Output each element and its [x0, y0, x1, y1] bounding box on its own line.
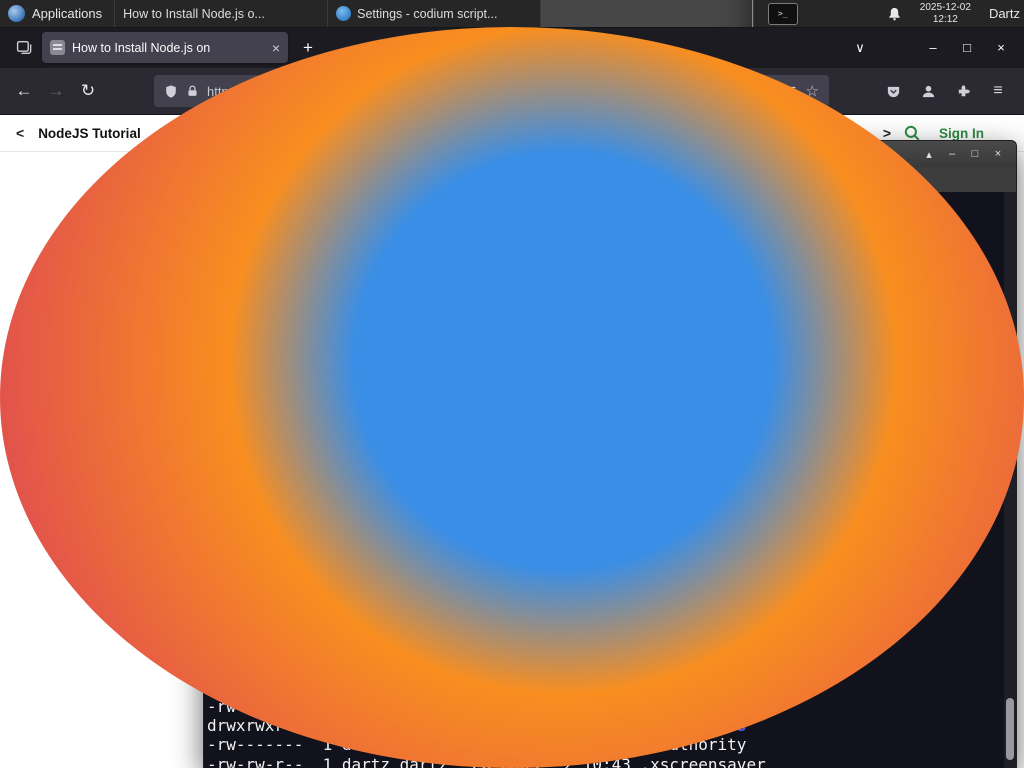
forward-button[interactable]: →: [40, 75, 72, 107]
taskbar-button-label: Settings - codium script...: [357, 6, 498, 21]
browser-maximize-button[interactable]: □: [950, 34, 984, 62]
reload-button[interactable]: ↻: [72, 75, 104, 107]
tray-terminal-glyph: >_: [777, 9, 788, 18]
lock-icon[interactable]: [186, 84, 199, 98]
extensions-icon[interactable]: [947, 75, 979, 107]
tracking-shield-icon[interactable]: [164, 84, 178, 99]
bell-icon: [887, 6, 902, 22]
notifications-bell-button[interactable]: [880, 0, 910, 27]
terminal-minimize-button[interactable]: –: [942, 148, 962, 161]
terminal-maximize-button[interactable]: □: [965, 148, 985, 161]
terminal-icon: [752, 0, 754, 27]
terminal-shade-button[interactable]: ▴: [919, 148, 939, 161]
desktop: Applications How to Install Node.js o...…: [0, 0, 1024, 768]
codium-icon: [336, 6, 352, 21]
tab-title: How to Install Node.js on: [72, 40, 211, 55]
taskbar-button-firefox[interactable]: How to Install Node.js o...: [0, 0, 1024, 768]
firefox-view-icon: [16, 39, 33, 56]
tab-close-button[interactable]: ×: [272, 40, 280, 56]
nav-scroll-left-icon[interactable]: <: [12, 125, 28, 141]
browser-close-button[interactable]: ×: [984, 34, 1018, 62]
clock-time: 12:12: [932, 13, 958, 25]
system-tray: >_: [767, 0, 798, 27]
terminal-close-button[interactable]: ×: [988, 148, 1008, 161]
applications-menu-label: Applications: [32, 6, 103, 21]
browser-minimize-button[interactable]: –: [916, 34, 950, 62]
list-all-tabs-button[interactable]: ∨: [846, 34, 874, 62]
toolbar-icons: ≡: [877, 75, 1014, 107]
scrollbar-thumb[interactable]: [1006, 698, 1014, 760]
taskbar-button-codium[interactable]: Settings - codium script...: [328, 0, 542, 27]
tab-favicon: [50, 40, 65, 55]
applications-menu-button[interactable]: Applications: [0, 0, 114, 27]
sign-in-button[interactable]: Sign In: [939, 126, 984, 141]
taskbar-button-label: How to Install Node.js o...: [123, 6, 265, 21]
nav-scroll-right-icon[interactable]: >: [879, 125, 895, 141]
clock-date: 2025-12-02: [919, 2, 971, 13]
browser-window-controls: – □ ×: [916, 34, 1018, 62]
tray-terminal-icon[interactable]: >_: [767, 2, 798, 25]
user-menu-button[interactable]: Dartz: [981, 0, 1024, 27]
site-nav-link[interactable]: NodeJS Tutorial: [38, 126, 141, 141]
firefox-view-button[interactable]: [10, 34, 38, 62]
taskbar: How to Install Node.js o... Settings - co…: [0, 0, 1024, 768]
pocket-icon[interactable]: [877, 75, 909, 107]
taskbar-button-terminal[interactable]: Terminal - dartz@vm3: ~: [541, 0, 755, 27]
applications-menu-icon: [8, 5, 25, 22]
back-button[interactable]: ←: [8, 75, 40, 107]
clock[interactable]: 2025-12-02 12:12: [910, 0, 981, 27]
terminal-window-controls: ▴ – □ ×: [919, 148, 1008, 161]
top-panel: Applications How to Install Node.js o...…: [0, 0, 1024, 768]
browser-tab[interactable]: How to Install Node.js on ×: [42, 32, 288, 63]
menu-icon[interactable]: ≡: [982, 75, 1014, 107]
account-icon[interactable]: [912, 75, 944, 107]
